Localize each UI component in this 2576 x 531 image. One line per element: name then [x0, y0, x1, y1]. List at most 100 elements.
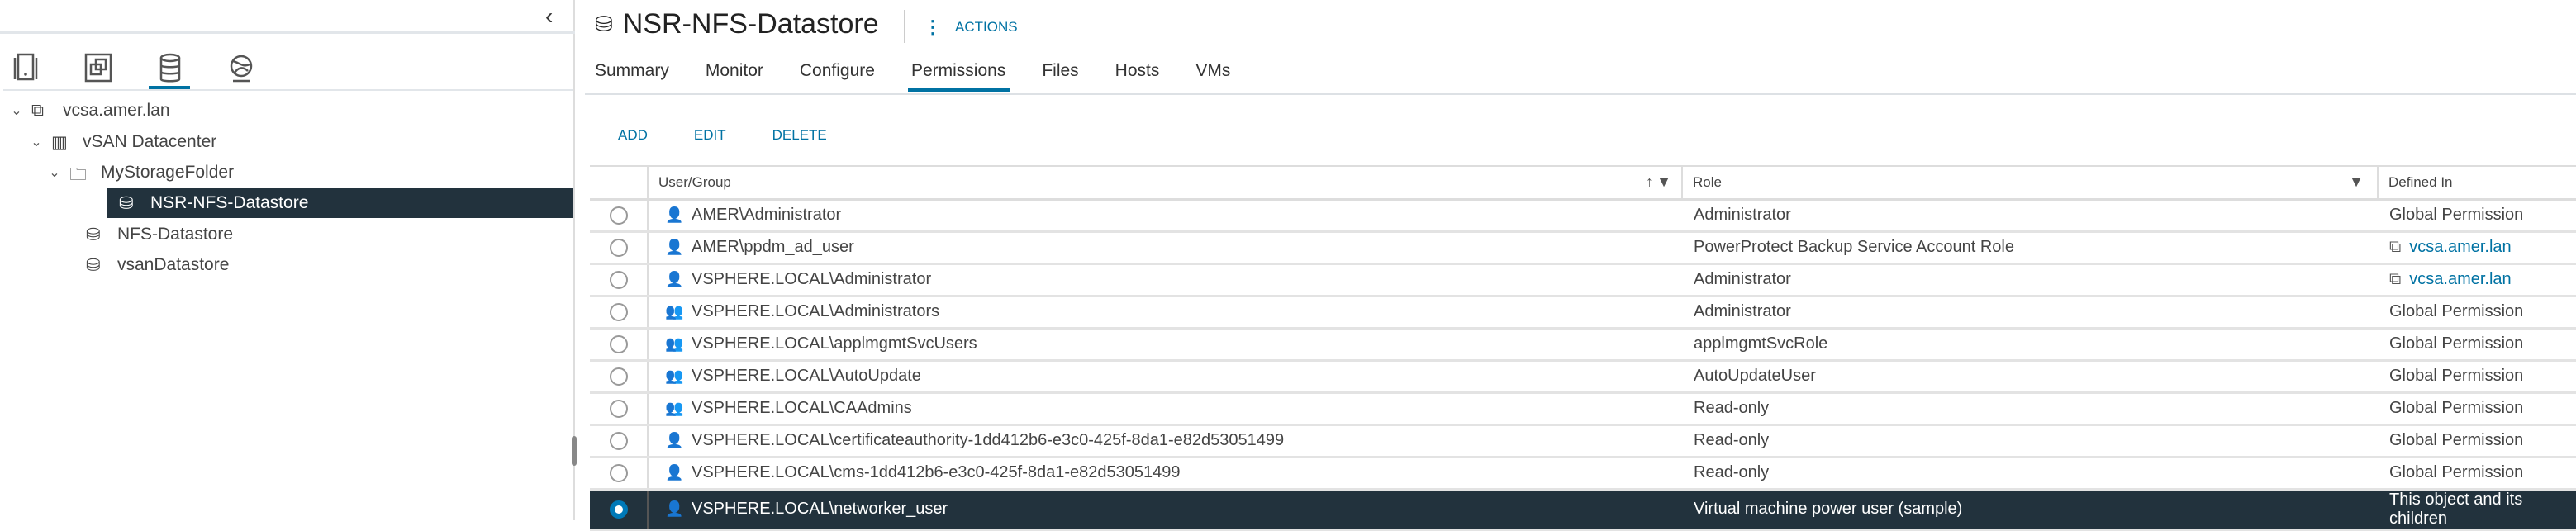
- tree-item-label: vsanDatastore: [117, 255, 230, 274]
- row-select-cell: [590, 457, 648, 491]
- tree-item-nsr-nfs-datastore[interactable]: ⛁ NSR-NFS-Datastore: [107, 188, 573, 218]
- tree-item-label: vcsa.amer.lan: [63, 101, 170, 120]
- table-row[interactable]: 👤 AMER\Administrator Administrator Global…: [590, 199, 2576, 233]
- storage-icon[interactable]: [152, 51, 188, 84]
- user-icon: 👤: [665, 206, 684, 224]
- tab-monitor[interactable]: Monitor: [706, 61, 780, 92]
- row-radio[interactable]: [609, 399, 628, 418]
- chevron-down-icon[interactable]: ⌄: [28, 134, 45, 150]
- row-select-cell: [590, 263, 648, 297]
- row-select-cell: [590, 392, 648, 426]
- datacenter-icon: ▥: [51, 133, 68, 152]
- filter-icon[interactable]: ▼: [1656, 173, 1671, 191]
- defined-in-link[interactable]: vcsa.amer.lan: [2409, 270, 2511, 288]
- defined-in-text: Global Permission: [2389, 399, 2524, 417]
- defined-in-cell: ⧉ vcsa.amer.lan: [2378, 263, 2576, 297]
- tree-item-label: MyStorageFolder: [101, 163, 235, 182]
- tree-item-label: vSAN Datacenter: [83, 132, 217, 151]
- add-button[interactable]: ADD: [618, 127, 648, 144]
- folder-icon: 🗀: [69, 165, 87, 184]
- tree-item-vcenter[interactable]: ⌄ ⧉ vcsa.amer.lan: [0, 96, 573, 126]
- row-radio[interactable]: [609, 206, 628, 225]
- row-radio[interactable]: [609, 500, 628, 519]
- table-row[interactable]: 👤 VSPHERE.LOCAL\networker_user Virtual ma…: [590, 489, 2576, 531]
- user-name: AMER\Administrator: [692, 206, 842, 224]
- row-radio[interactable]: [609, 463, 628, 482]
- column-header-role[interactable]: Role ▼: [1681, 165, 2378, 201]
- role-cell: AutoUpdateUser: [1682, 360, 2378, 394]
- chevron-left-icon[interactable]: ‹: [545, 3, 553, 30]
- defined-in-cell: Global Permission: [2378, 328, 2576, 362]
- row-radio[interactable]: [609, 270, 628, 289]
- table-row[interactable]: 👥 VSPHERE.LOCAL\AutoUpdate AutoUpdateUser…: [590, 360, 2576, 394]
- chevron-down-icon[interactable]: ⌄: [46, 164, 63, 181]
- role-name: AutoUpdateUser: [1694, 367, 1816, 385]
- table-row[interactable]: 👤 VSPHERE.LOCAL\certificateauthority-1dd4…: [590, 424, 2576, 458]
- tab-files[interactable]: Files: [1042, 61, 1095, 92]
- defined-in-text: Global Permission: [2389, 367, 2524, 385]
- defined-in-cell: ⧉ vcsa.amer.lan: [2378, 231, 2576, 265]
- table-row[interactable]: 👤 AMER\ppdm_ad_user PowerProtect Backup S…: [590, 231, 2576, 265]
- column-header-user-group[interactable]: User/Group ↑ ▼: [647, 165, 1682, 201]
- tab-hosts[interactable]: Hosts: [1115, 61, 1176, 92]
- row-radio[interactable]: [609, 302, 628, 321]
- role-name: Read-only: [1694, 431, 1770, 449]
- row-radio[interactable]: [609, 238, 628, 257]
- tree-item-vsandatastore[interactable]: ⛁ vsanDatastore: [0, 250, 573, 280]
- tab-configure[interactable]: Configure: [800, 61, 891, 92]
- user-cell: 👤 AMER\ppdm_ad_user: [647, 231, 1682, 265]
- defined-in-text: This object and its children: [2389, 490, 2523, 528]
- sort-ascending-icon[interactable]: ↑: [1646, 173, 1653, 191]
- user-cell: 👤 VSPHERE.LOCAL\Administrator: [647, 263, 1682, 297]
- tab-summary[interactable]: Summary: [595, 61, 686, 92]
- row-radio[interactable]: [609, 334, 628, 353]
- kebab-icon: ⋮: [924, 17, 942, 37]
- vms-and-templates-icon[interactable]: [81, 51, 117, 84]
- role-name: applmgmtSvcRole: [1694, 334, 1828, 353]
- row-radio[interactable]: [609, 367, 628, 386]
- defined-in-link[interactable]: vcsa.amer.lan: [2409, 238, 2511, 256]
- edit-button[interactable]: EDIT: [694, 127, 726, 144]
- tree-item-folder[interactable]: ⌄ 🗀 MyStorageFolder: [0, 158, 573, 187]
- column-header-defined-in[interactable]: Defined In: [2377, 165, 2576, 201]
- table-row[interactable]: 👥 VSPHERE.LOCAL\CAAdmins Read-only Global…: [590, 392, 2576, 426]
- hosts-and-clusters-icon[interactable]: [8, 51, 45, 84]
- role-name: Read-only: [1694, 399, 1770, 417]
- group-icon: 👥: [665, 335, 684, 353]
- vcenter-icon: ⧉: [31, 101, 44, 120]
- tree-item-nfs-datastore[interactable]: ⛁ NFS-Datastore: [0, 220, 573, 249]
- page-title: ⛁ NSR-NFS-Datastore: [595, 8, 879, 40]
- user-name: VSPHERE.LOCAL\Administrators: [692, 302, 940, 320]
- role-name: Read-only: [1694, 463, 1770, 481]
- filter-icon[interactable]: ▼: [2349, 173, 2364, 191]
- role-name: Administrator: [1694, 206, 1791, 224]
- table-row[interactable]: 👤 VSPHERE.LOCAL\cms-1dd412b6-e3c0-425f-8d…: [590, 457, 2576, 491]
- role-name: PowerProtect Backup Service Account Role: [1694, 238, 2014, 256]
- tab-vms[interactable]: VMs: [1195, 61, 1247, 92]
- defined-in-text: Global Permission: [2389, 463, 2524, 481]
- user-name: VSPHERE.LOCAL\applmgmtSvcUsers: [692, 334, 977, 353]
- role-cell: applmgmtSvcRole: [1682, 328, 2378, 362]
- table-row[interactable]: 👤 VSPHERE.LOCAL\Administrator Administrat…: [590, 263, 2576, 297]
- user-name: VSPHERE.LOCAL\certificateauthority-1dd41…: [692, 431, 1285, 449]
- row-radio[interactable]: [609, 431, 628, 450]
- table-row[interactable]: 👥 VSPHERE.LOCAL\applmgmtSvcUsers applmgmt…: [590, 328, 2576, 362]
- permissions-toolbar: ADD EDIT DELETE: [618, 127, 827, 144]
- actions-button[interactable]: ⋮ ACTIONS: [924, 17, 1018, 38]
- tree-item-datacenter[interactable]: ⌄ ▥ vSAN Datacenter: [0, 127, 573, 157]
- role-cell: Administrator: [1682, 296, 2378, 330]
- tab-permissions[interactable]: Permissions: [907, 61, 1022, 92]
- user-name: VSPHERE.LOCAL\cms-1dd412b6-e3c0-425f-8da…: [692, 463, 1181, 481]
- actions-label: ACTIONS: [955, 19, 1018, 35]
- datastore-icon: ⛁: [119, 194, 134, 213]
- table-row[interactable]: 👥 VSPHERE.LOCAL\Administrators Administra…: [590, 296, 2576, 330]
- user-name: VSPHERE.LOCAL\Administrator: [692, 270, 932, 288]
- role-cell: Read-only: [1682, 392, 2378, 426]
- tab-bar: Summary Monitor Configure Permissions Fi…: [595, 61, 1267, 92]
- panel-resize-handle[interactable]: [572, 436, 577, 466]
- chevron-down-icon[interactable]: ⌄: [8, 102, 25, 119]
- delete-button[interactable]: DELETE: [772, 127, 827, 144]
- divider: [0, 31, 575, 34]
- networking-icon[interactable]: [223, 51, 259, 84]
- user-name: VSPHERE.LOCAL\CAAdmins: [692, 399, 912, 417]
